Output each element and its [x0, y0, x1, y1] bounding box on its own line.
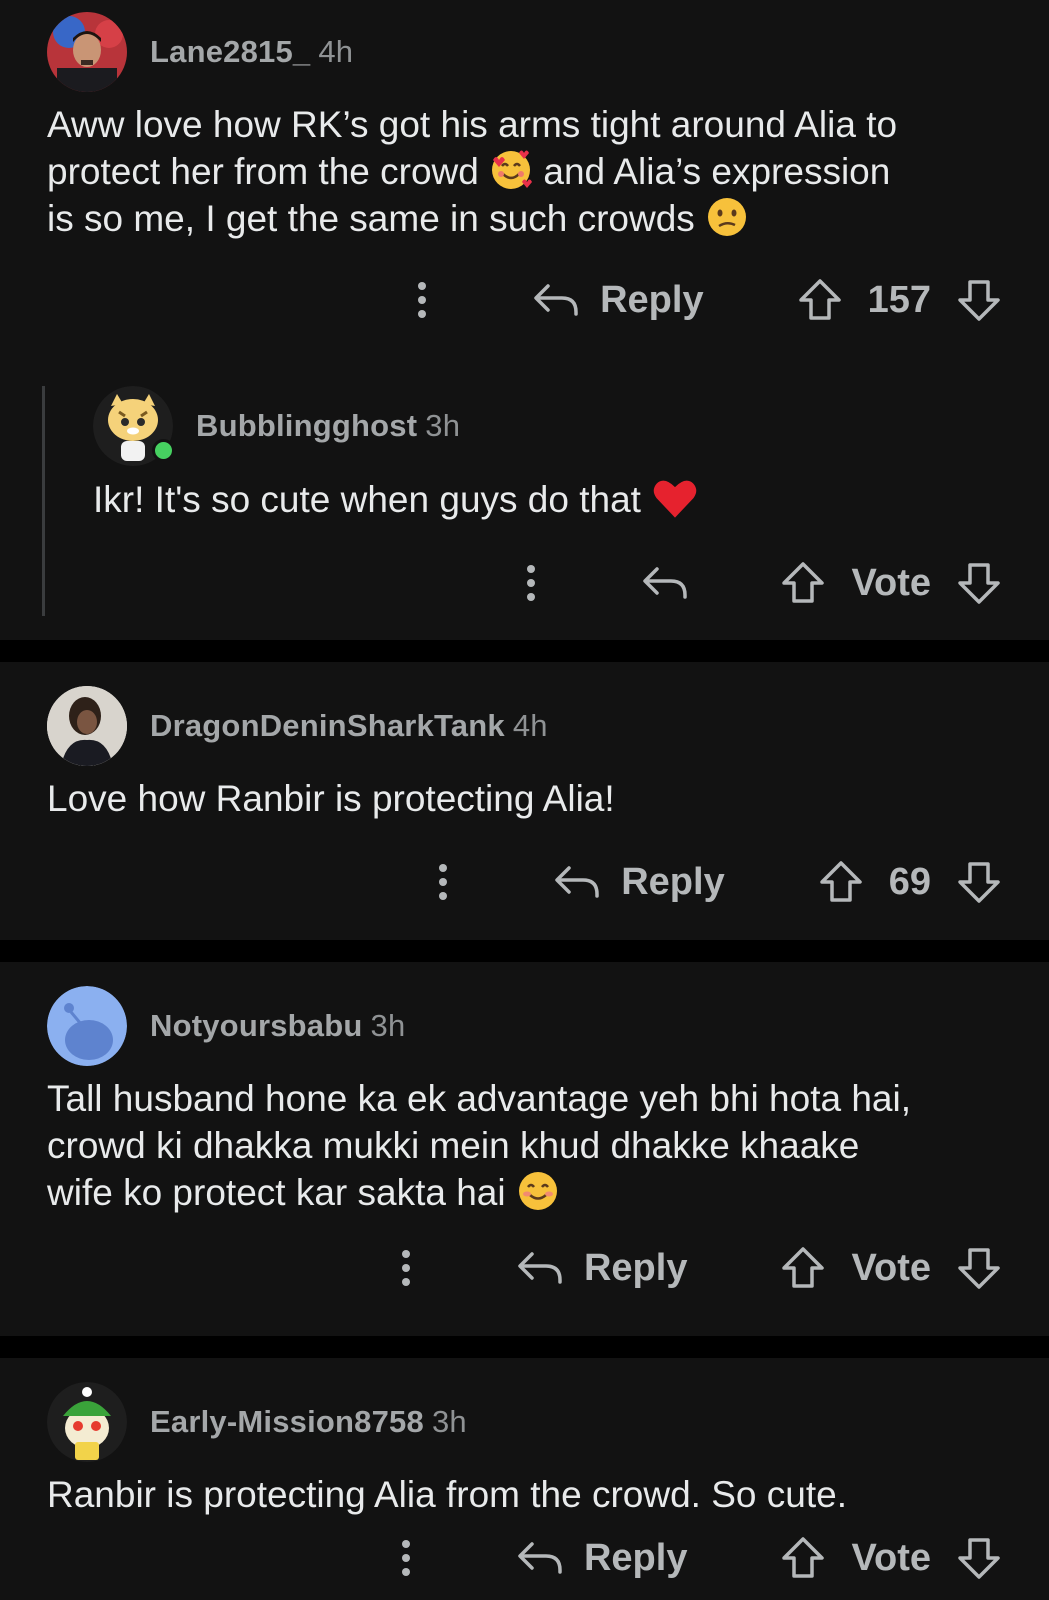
comment-author[interactable]: Lane2815_ — [150, 34, 310, 69]
downvote-button[interactable] — [957, 1246, 1001, 1290]
downvote-button[interactable] — [957, 561, 1001, 605]
vote-score: 157 — [867, 278, 931, 321]
downvote-arrow-icon — [957, 860, 1001, 904]
comment-line: protect her from the crowd and Alia’s ex… — [47, 148, 1007, 195]
more-options-button[interactable] — [437, 862, 449, 902]
online-status-indicator — [152, 439, 175, 462]
reply-arrow-icon — [516, 1248, 564, 1288]
avatar[interactable] — [47, 986, 127, 1066]
upvote-button[interactable] — [781, 561, 825, 605]
upvote-button[interactable] — [798, 278, 842, 322]
comment-time: 3h — [370, 1008, 406, 1043]
comment-time: 3h — [431, 1404, 467, 1439]
confused-face-emoji — [708, 198, 747, 236]
comment-time: 4h — [512, 708, 548, 743]
comment-card: Lane2815_ 4h Aww love how RK’s got his ar… — [0, 0, 1049, 640]
comment-line: wife ko protect kar sakta hai — [47, 1169, 1027, 1216]
reply-button[interactable]: Reply — [516, 1537, 687, 1580]
comment-author[interactable]: Notyoursbabu — [150, 1008, 363, 1043]
comment-time: 3h — [425, 408, 461, 443]
more-vertical-icon — [400, 1538, 412, 1578]
reply-arrow-icon — [532, 280, 580, 320]
reply-label: Reply — [583, 1536, 688, 1579]
comment-line: is so me, I get the same in such crowds — [47, 195, 1007, 242]
upvote-arrow-icon — [819, 860, 863, 904]
comment-actions: Reply Vote — [400, 1528, 1001, 1588]
more-vertical-icon — [525, 563, 537, 603]
comment-author[interactable]: Bubblingghost — [196, 408, 417, 443]
reply-button[interactable]: Reply — [516, 1247, 687, 1290]
upvote-button[interactable] — [819, 860, 863, 904]
more-vertical-icon — [416, 280, 428, 320]
comment-card: Early-Mission8758 3h Ranbir is protecting… — [0, 1358, 1049, 1600]
comment-line: crowd ki dhakka mukki mein khud dhakke k… — [47, 1125, 860, 1166]
avatar[interactable] — [47, 1382, 127, 1462]
downvote-arrow-icon — [957, 1536, 1001, 1580]
comment-header: Bubblingghost 3h — [93, 386, 460, 466]
upvote-button[interactable] — [781, 1246, 825, 1290]
upvote-arrow-icon — [781, 561, 825, 605]
more-options-button[interactable] — [416, 280, 428, 320]
reply-button[interactable] — [641, 563, 689, 603]
comment-body: Tall husband hone ka ek advantage yeh bh… — [47, 1075, 1027, 1216]
comment-line: Tall husband hone ka ek advantage yeh bh… — [47, 1078, 911, 1119]
comment-actions: Reply 157 — [416, 270, 1001, 330]
comment-header: Notyoursbabu 3h — [47, 986, 405, 1066]
vote-label: Vote — [851, 561, 931, 604]
comment-line: Aww love how RK’s got his arms tight aro… — [47, 104, 898, 145]
upvote-arrow-icon — [798, 278, 842, 322]
comment-header: DragonDeninSharkTank 4h — [47, 686, 548, 766]
comment-body: Ikr! It's so cute when guys do that — [93, 474, 699, 523]
reply-button[interactable]: Reply — [553, 860, 725, 904]
downvote-button[interactable] — [957, 860, 1001, 904]
comment-actions: Reply Vote — [400, 1238, 1001, 1298]
reply-arrow-icon — [553, 862, 601, 902]
reply-arrow-icon — [516, 1538, 564, 1578]
avatar[interactable] — [47, 12, 127, 92]
comment-card: Notyoursbabu 3h Tall husband hone ka ek a… — [0, 962, 1049, 1336]
comment-actions: Vote — [525, 553, 1001, 613]
smiling-hearts-emoji — [492, 150, 533, 189]
more-options-button[interactable] — [525, 563, 537, 603]
avatar[interactable] — [47, 686, 127, 766]
comment-card: DragonDeninSharkTank 4h Love how Ranbir i… — [0, 662, 1049, 940]
more-vertical-icon — [437, 862, 449, 902]
upvote-button[interactable] — [781, 1536, 825, 1580]
comment-time: 4h — [318, 34, 354, 69]
vote-label: Vote — [851, 1536, 931, 1579]
reply-label: Reply — [583, 1246, 688, 1289]
upvote-arrow-icon — [781, 1246, 825, 1290]
reply-button[interactable]: Reply — [532, 278, 704, 322]
thread-line[interactable] — [42, 386, 45, 616]
red-heart-emoji — [653, 480, 697, 518]
comment-author[interactable]: DragonDeninSharkTank — [150, 708, 505, 743]
upvote-arrow-icon — [781, 1536, 825, 1580]
comment-body: Aww love how RK’s got his arms tight aro… — [47, 101, 1007, 242]
downvote-arrow-icon — [957, 1246, 1001, 1290]
reply-arrow-icon — [641, 563, 689, 603]
downvote-button[interactable] — [957, 278, 1001, 322]
more-vertical-icon — [400, 1248, 412, 1288]
avatar[interactable] — [93, 386, 175, 466]
more-options-button[interactable] — [400, 1538, 412, 1578]
comment-body: Love how Ranbir is protecting Alia! — [47, 778, 615, 819]
smiling-blush-emoji — [518, 1172, 557, 1210]
reply-label: Reply — [600, 278, 704, 321]
comment-header: Early-Mission8758 3h — [47, 1382, 467, 1462]
vote-score: 69 — [888, 860, 931, 903]
comment-header: Lane2815_ 4h — [47, 12, 353, 92]
comment-actions: Reply 69 — [437, 852, 1001, 912]
downvote-button[interactable] — [957, 1536, 1001, 1580]
more-options-button[interactable] — [400, 1248, 412, 1288]
vote-label: Vote — [851, 1246, 931, 1289]
reply-label: Reply — [621, 860, 725, 903]
downvote-arrow-icon — [957, 561, 1001, 605]
comment-author[interactable]: Early-Mission8758 — [150, 1404, 424, 1439]
comment-body: Ranbir is protecting Alia from the crowd… — [47, 1474, 847, 1515]
downvote-arrow-icon — [957, 278, 1001, 322]
